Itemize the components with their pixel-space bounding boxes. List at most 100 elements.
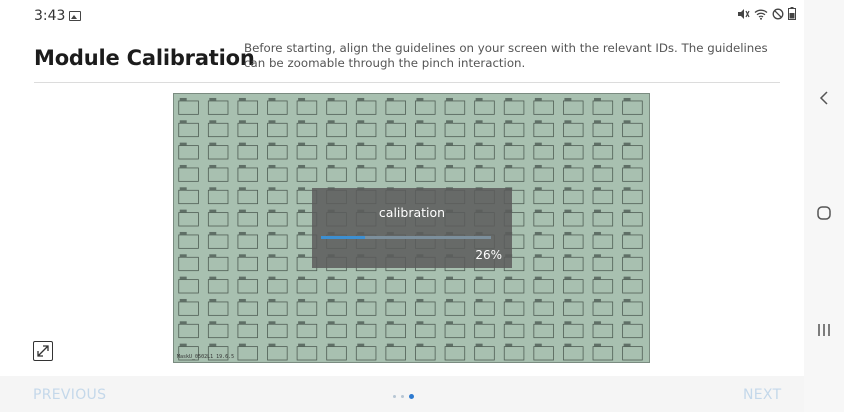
grid-cell-id <box>357 343 365 347</box>
grid-cell-id <box>268 321 276 325</box>
grid-cell <box>207 189 229 205</box>
grid-cell-id <box>594 164 601 168</box>
grid-cell-id <box>534 164 542 168</box>
grid-cell <box>415 167 436 182</box>
grid-cell <box>415 279 436 294</box>
grid-cell <box>326 100 347 115</box>
grid-cell <box>622 189 643 205</box>
grid-cell <box>207 279 229 294</box>
grid-cell <box>415 122 436 138</box>
grid-cell <box>237 212 258 227</box>
grid-cell-id <box>594 120 601 124</box>
grid-cell-id <box>416 164 424 168</box>
grid-cell <box>563 323 584 339</box>
expand-button[interactable] <box>33 341 53 361</box>
grid-cell-id <box>564 209 572 213</box>
grid-cell <box>296 279 318 294</box>
grid-cell <box>267 189 288 205</box>
grid-cell-id <box>298 298 306 302</box>
grid-cell-id <box>268 120 276 124</box>
grid-cell-id <box>238 298 246 302</box>
grid-cell <box>207 145 229 160</box>
grid-cell-id <box>505 343 513 347</box>
grid-cell <box>474 346 495 361</box>
grid-cell-id <box>327 120 335 124</box>
grid-cell <box>444 301 466 316</box>
grid-cell-id <box>475 97 483 101</box>
wifi-icon <box>754 9 768 20</box>
battery-icon <box>788 7 796 20</box>
grid-cell-id <box>386 164 394 168</box>
grid-cell-id <box>298 321 306 325</box>
grid-cell-id <box>298 120 306 124</box>
grid-cell-id <box>357 321 365 325</box>
grid-cell-id <box>534 209 542 213</box>
grid-cell <box>592 279 614 294</box>
grid-cell <box>355 122 377 138</box>
header: Module Calibration Before starting, alig… <box>34 38 780 82</box>
grid-cell-id <box>268 276 276 280</box>
grid-cell <box>474 323 495 339</box>
grid-cell-id <box>357 164 365 168</box>
grid-cell-id <box>594 343 601 347</box>
grid-cell <box>563 234 584 249</box>
grid-cell <box>563 122 584 138</box>
grid-cell <box>474 100 495 115</box>
grid-cell-id <box>594 321 601 325</box>
grid-cell-id <box>238 343 246 347</box>
grid-cell <box>355 279 377 294</box>
grid-cell-id <box>416 97 424 101</box>
grid-cell-id <box>386 321 394 325</box>
grid-cell-id <box>298 231 306 235</box>
grid-cell <box>563 189 584 205</box>
grid-cell-id <box>564 97 572 101</box>
grid-cell <box>533 279 554 294</box>
grid-cell <box>563 279 584 294</box>
grid-cell-id <box>534 298 542 302</box>
recents-icon[interactable] <box>814 320 834 340</box>
grid-cell-id <box>386 97 394 101</box>
grid-cell-id <box>534 187 542 191</box>
grid-cell-id <box>623 276 631 280</box>
grid-cell <box>237 323 258 339</box>
grid-cell-id <box>534 321 542 325</box>
grid-cell <box>326 301 347 316</box>
image-caption: MaskU_0502L1 19.6.5 <box>177 354 235 360</box>
grid-cell <box>533 301 554 316</box>
dnd-icon <box>772 8 784 19</box>
grid-cell-id <box>298 209 306 213</box>
grid-cell <box>622 323 643 339</box>
grid-cell-id <box>327 97 335 101</box>
grid-cell-id <box>446 321 454 325</box>
grid-cell <box>533 212 554 227</box>
grid-cell-id <box>209 209 217 213</box>
grid-cell <box>326 122 347 138</box>
grid-cell-id <box>564 120 572 124</box>
grid-cell <box>267 301 288 316</box>
grid-cell <box>326 145 347 160</box>
next-button[interactable]: NEXT <box>743 387 781 403</box>
grid-cell <box>385 323 406 339</box>
grid-cell-id <box>357 97 365 101</box>
grid-cell-id <box>594 298 601 302</box>
back-icon[interactable] <box>814 88 834 108</box>
grid-cell <box>622 122 643 138</box>
grid-cell-id <box>268 209 276 213</box>
grid-cell <box>207 234 229 249</box>
grid-cell <box>444 122 466 138</box>
grid-cell <box>622 346 643 361</box>
grid-cell-id <box>386 343 394 347</box>
grid-cell-id <box>505 164 513 168</box>
previous-button[interactable]: PREVIOUS <box>33 387 106 403</box>
grid-cell <box>474 167 495 182</box>
grid-cell-id <box>386 120 394 124</box>
grid-cell <box>385 122 406 138</box>
grid-cell-id <box>179 321 187 325</box>
footer: PREVIOUS NEXT <box>0 376 804 412</box>
grid-cell-id <box>564 231 572 235</box>
grid-cell-id <box>268 187 276 191</box>
grid-cell <box>622 234 643 249</box>
home-icon[interactable] <box>814 203 834 223</box>
grid-cell-id <box>209 321 217 325</box>
page-indicator <box>393 394 414 399</box>
